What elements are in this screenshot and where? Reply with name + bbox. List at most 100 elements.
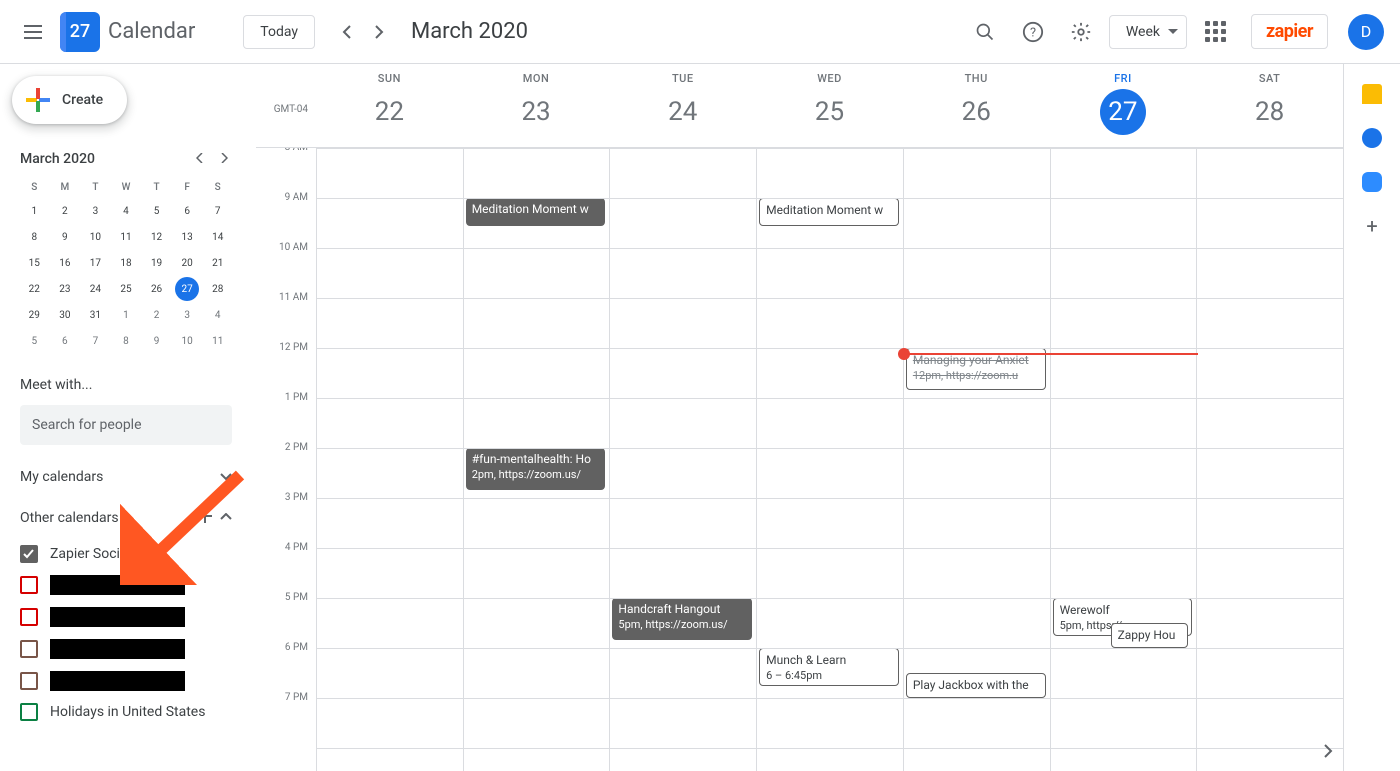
day-header[interactable]: TUE24 [609,64,756,147]
mini-day-cell[interactable]: 3 [83,199,107,223]
add-addon-icon[interactable]: + [1362,216,1382,236]
mini-day-cell[interactable]: 7 [83,329,107,353]
mini-day-cell[interactable]: 28 [206,277,230,301]
mini-prev-month[interactable] [192,148,208,170]
mini-day-cell[interactable]: 10 [83,225,107,249]
mini-day-cell[interactable]: 6 [53,329,77,353]
mini-day-cell[interactable]: 4 [206,303,230,327]
user-avatar[interactable]: D [1348,14,1384,50]
calendar-item[interactable]: Zapier Social [20,539,232,569]
zapier-badge[interactable]: zapier [1251,14,1328,49]
mini-day-cell[interactable]: 8 [22,225,46,249]
calendar-checkbox[interactable] [20,640,38,658]
mini-day-cell[interactable]: 5 [145,199,169,223]
keep-icon[interactable] [1362,84,1382,104]
calendar-item[interactable] [20,569,232,601]
mini-day-cell[interactable]: 1 [22,199,46,223]
mini-day-cell[interactable]: 8 [114,329,138,353]
google-apps-icon[interactable] [1195,12,1235,52]
mini-day-cell[interactable]: 19 [145,251,169,275]
mini-day-cell[interactable]: 21 [206,251,230,275]
day-column[interactable]: Handcraft Hangout5pm, https://zoom.us/ [609,148,756,771]
mini-day-cell[interactable]: 25 [114,277,138,301]
mini-next-month[interactable] [216,148,232,170]
mini-day-cell[interactable]: 24 [83,277,107,301]
other-calendars-toggle[interactable]: Other calendars [20,509,232,527]
mini-day-cell[interactable]: 14 [206,225,230,249]
mini-day-cell[interactable]: 11 [206,329,230,353]
mini-day-cell[interactable]: 10 [175,329,199,353]
calendar-item[interactable]: Holidays in United States [20,697,232,727]
settings-gear-icon[interactable] [1061,12,1101,52]
calendar-event[interactable]: #fun-mentalhealth: Ho2pm, https://zoom.u… [466,448,606,490]
today-button[interactable]: Today [243,15,315,49]
mini-day-cell[interactable]: 16 [53,251,77,275]
mini-day-cell[interactable]: 9 [145,329,169,353]
my-calendars-toggle[interactable]: My calendars [20,469,232,485]
day-header[interactable]: MON23 [463,64,610,147]
mini-day-cell[interactable]: 9 [53,225,77,249]
day-column[interactable]: Werewolf5pm, https://zoomZappy Hou [1050,148,1197,771]
mini-day-cell[interactable]: 5 [22,329,46,353]
mini-day-cell[interactable]: 11 [114,225,138,249]
zoom-icon[interactable] [1362,172,1382,192]
prev-week-button[interactable] [331,16,363,48]
search-people-input[interactable]: Search for people [20,405,232,445]
expand-side-panel-button[interactable] [1316,739,1340,763]
calendar-event[interactable]: Zappy Hou [1111,623,1189,648]
day-column[interactable] [1196,148,1343,771]
mini-day-cell[interactable]: 31 [83,303,107,327]
mini-day-cell[interactable]: 6 [175,199,199,223]
day-column[interactable] [316,148,463,771]
mini-day-cell[interactable]: 20 [175,251,199,275]
calendar-logo-icon[interactable]: 27 [60,12,100,52]
day-header[interactable]: SUN22 [316,64,463,147]
help-icon[interactable]: ? [1013,12,1053,52]
mini-day-cell[interactable]: 4 [114,199,138,223]
calendar-event[interactable]: Meditation Moment w [466,198,606,226]
add-calendar-icon[interactable] [198,509,212,527]
calendar-item[interactable] [20,601,232,633]
search-icon[interactable] [965,12,1005,52]
day-header[interactable]: SAT28 [1196,64,1343,147]
create-button[interactable]: Create [12,76,127,124]
day-column[interactable]: Managing your Anxiet12pm, https://zoom.u… [903,148,1050,771]
mini-day-cell[interactable]: 23 [53,277,77,301]
calendar-event[interactable]: Handcraft Hangout5pm, https://zoom.us/ [612,598,752,640]
calendar-event[interactable]: Meditation Moment w [759,198,899,226]
mini-day-cell[interactable]: 26 [145,277,169,301]
mini-day-cell[interactable]: 18 [114,251,138,275]
calendar-checkbox[interactable] [20,545,38,563]
day-column[interactable]: Meditation Moment w Munch & Learn6 – 6:45… [756,148,903,771]
calendar-item[interactable] [20,665,232,697]
calendar-checkbox[interactable] [20,576,38,594]
day-header[interactable]: WED25 [756,64,903,147]
view-selector[interactable]: Week [1109,15,1187,49]
hamburger-menu-icon[interactable] [24,20,48,44]
mini-day-cell[interactable]: 2 [145,303,169,327]
day-header[interactable]: FRI27 [1050,64,1197,147]
calendar-item[interactable] [20,633,232,665]
calendar-checkbox[interactable] [20,672,38,690]
mini-day-cell[interactable]: 30 [53,303,77,327]
mini-day-cell[interactable]: 29 [22,303,46,327]
mini-day-cell[interactable]: 1 [114,303,138,327]
mini-day-cell[interactable]: 3 [175,303,199,327]
mini-day-cell[interactable]: 22 [22,277,46,301]
mini-day-cell[interactable]: 27 [175,277,199,301]
calendar-event[interactable]: Munch & Learn6 – 6:45pm [759,648,899,686]
next-week-button[interactable] [363,16,395,48]
calendar-checkbox[interactable] [20,608,38,626]
mini-day-cell[interactable]: 2 [53,199,77,223]
calendar-checkbox[interactable] [20,703,38,721]
mini-calendar-title: March 2020 [20,151,95,167]
mini-day-cell[interactable]: 12 [145,225,169,249]
mini-day-cell[interactable]: 15 [22,251,46,275]
mini-day-cell[interactable]: 7 [206,199,230,223]
mini-day-cell[interactable]: 17 [83,251,107,275]
mini-day-cell[interactable]: 13 [175,225,199,249]
calendar-event[interactable]: Play Jackbox with the [906,673,1046,698]
tasks-icon[interactable] [1362,128,1382,148]
day-header[interactable]: THU26 [903,64,1050,147]
day-column[interactable]: Meditation Moment w #fun-mentalhealth: Ho… [463,148,610,771]
